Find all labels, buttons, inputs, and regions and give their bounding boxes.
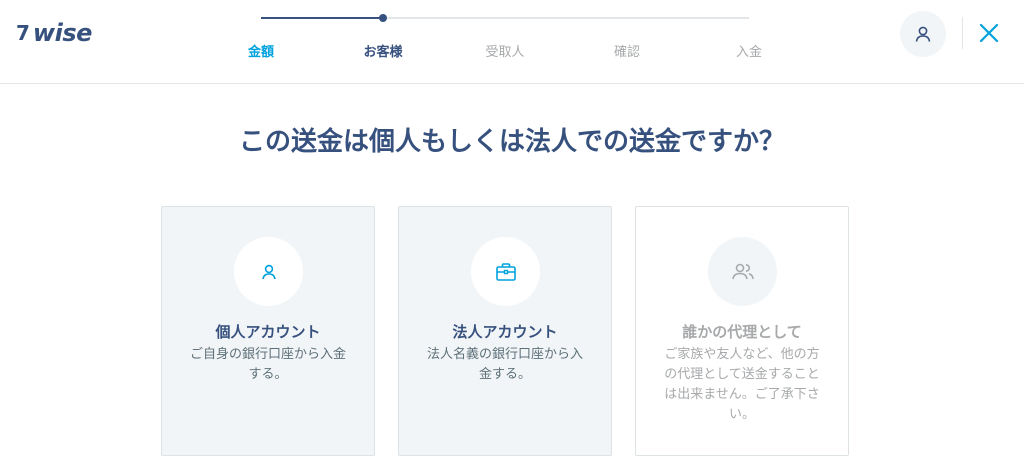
option-personal-account[interactable]: 個人アカウント ご自身の銀行口座から入金する。 (161, 206, 375, 456)
progress-stepper: 金額 お客様 受取人 確認 入金 (200, 0, 810, 84)
option-title: 個人アカウント (215, 323, 321, 341)
person-icon (261, 264, 276, 279)
option-description: ご家族や友人など、他の方の代理として送金することは出来ません。ご了承下さい。 (664, 347, 820, 422)
wise-wordmark: wise (32, 19, 92, 47)
step-review: 確認 (613, 45, 640, 60)
option-icon-circle (234, 237, 303, 306)
people-icon (731, 263, 754, 279)
stepper-track (261, 14, 749, 22)
page-title: この送金は個人もしくは法人での送金ですか？ (238, 127, 785, 157)
stepper-current-dot (379, 14, 387, 22)
header-divider (962, 17, 963, 49)
top-bar: 7 wise 金額 お客様 受取人 確認 入金 (0, 0, 1024, 84)
stepper-track-fill (261, 17, 383, 19)
option-on-behalf: 誰かの代理として ご家族や友人など、他の方の代理として送金することは出来ません。… (635, 206, 849, 456)
close-button[interactable] (976, 20, 1002, 46)
option-title: 誰かの代理として (682, 323, 802, 341)
step-pay: 入金 (735, 45, 762, 60)
wise-logo[interactable]: 7 wise (16, 19, 108, 47)
user-icon (915, 26, 931, 42)
account-button[interactable] (900, 11, 946, 57)
step-you[interactable]: お客様 (328, 41, 438, 60)
option-business-account[interactable]: 法人アカウント 法人名義の銀行口座から入金する。 (398, 206, 612, 456)
option-description: ご自身の銀行口座から入金する。 (189, 347, 346, 382)
wise-flag-icon: 7 (16, 21, 30, 45)
option-icon-circle (708, 237, 777, 306)
option-description: 法人名義の銀行口座から入金する。 (426, 347, 583, 382)
option-icon-circle (471, 237, 540, 306)
step-amount[interactable]: 金額 (206, 41, 316, 60)
step-recipient: 受取人 (485, 45, 525, 60)
option-title: 法人アカウント (452, 323, 558, 341)
briefcase-icon (495, 262, 516, 281)
close-icon (979, 23, 999, 43)
